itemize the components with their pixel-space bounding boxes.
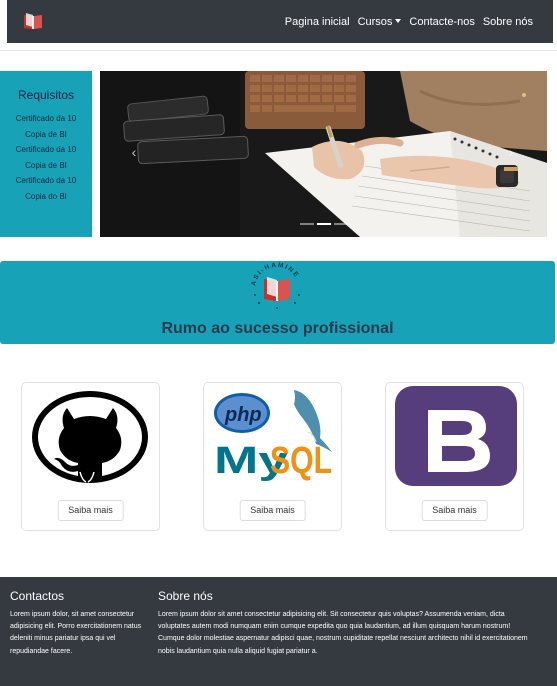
svg-text:SQL: SQL [270,440,332,482]
carousel-indicator[interactable] [299,223,314,225]
footer-sobre-text: Lorem ipsum dolor sit amet consectetur a… [158,611,528,655]
requisitos-item: Certificado da 10 [15,145,77,155]
saiba-mais-button[interactable]: Saiba mais [239,500,306,521]
chevron-right-icon[interactable]: › [501,142,521,162]
nav-link-home[interactable]: Pagina inicial [285,16,350,28]
carousel-indicator[interactable] [333,223,348,225]
carousel-indicators [100,223,547,225]
caret-down-icon [395,18,402,23]
requisitos-title: Requisitos [17,88,75,102]
banner-title: Rumo ao sucesso profissional [161,320,394,337]
svg-text:php: php [224,404,262,426]
nav-link-contact[interactable]: Contacte-nos [409,16,474,28]
bootstrap-logo-image [395,386,517,486]
carousel: ‹ › [100,71,547,237]
nav-link-cursos[interactable]: Cursos [358,16,402,28]
card-bootstrap: Saiba mais [385,382,524,531]
hands-writing-in-planner-photo [100,71,547,237]
github-logo-image [32,391,148,483]
card-php-mysql: php My SQL Saiba mais [203,382,342,531]
footer-sobre-title: Sobre nós [158,589,213,603]
carousel-indicator-active[interactable] [316,223,331,225]
footer: Contactos Lorem ipsum dolor, sit amet co… [0,577,557,686]
requisitos-item: Copia do BI [25,191,67,201]
requisitos-panel: Requisitos Certificado da 10 Copia de BI… [0,71,92,237]
card-github: Saiba mais [21,382,160,531]
footer-sobre: Sobre nós Lorem ipsum dolor sit amet con… [158,589,528,658]
php-mysql-logo-image: php My SQL [214,390,332,482]
book-logo-icon[interactable] [23,12,43,30]
nav-links: Pagina inicial Cursos Contacte-nos Sobre… [285,0,533,43]
footer-contactos: Contactos Lorem ipsum dolor, sit amet co… [10,589,145,658]
chevron-left-icon[interactable]: ‹ [124,142,144,162]
nav-link-about[interactable]: Sobre nós [483,16,533,28]
navbar: Pagina inicial Cursos Contacte-nos Sobre… [7,0,553,43]
saiba-mais-button[interactable]: Saiba mais [57,500,124,521]
page: Pagina inicial Cursos Contacte-nos Sobre… [0,0,557,686]
saiba-mais-button[interactable]: Saiba mais [421,500,488,521]
requisitos-item: Copia de BI [25,129,67,139]
requisitos-item: Certificado da 10 [15,176,77,186]
nav-link-cursos-label: Cursos [357,15,393,28]
footer-contactos-text: Lorem ipsum dolor, sit amet consectetur … [10,611,142,655]
requisitos-item: Copia de BI [25,160,67,170]
divider [0,50,557,51]
footer-contactos-title: Contactos [10,589,65,603]
requisitos-item: Certificado da 10 [15,114,77,123]
asi-hamine-logo: ASI-HAMINE [250,262,300,309]
